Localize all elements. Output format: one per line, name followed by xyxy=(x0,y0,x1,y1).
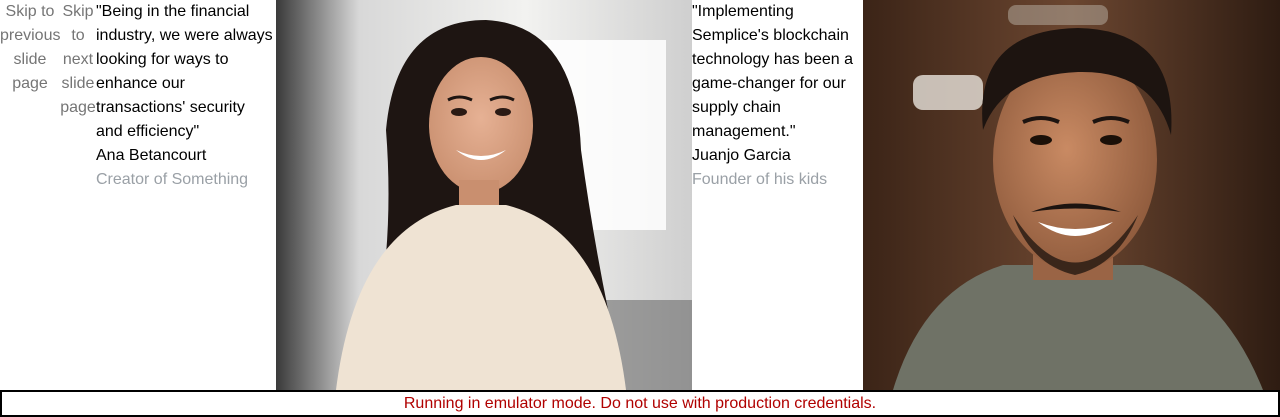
testimonial-author: Ana Betancourt xyxy=(96,147,207,164)
testimonial-1-photo xyxy=(276,0,692,390)
testimonial-1: "Being in the financial industry, we wer… xyxy=(96,0,276,192)
testimonial-quote: "Implementing Semplice's blockchain tech… xyxy=(692,3,854,140)
testimonial-2-photo xyxy=(863,0,1280,390)
testimonial-quote: "Being in the financial industry, we wer… xyxy=(96,3,273,140)
emulator-warning-banner: Running in emulator mode. Do not use wit… xyxy=(0,390,1280,417)
skip-next-slide-link[interactable]: Skip to next slide page xyxy=(60,0,96,120)
testimonial-author: Juanjo Garcia xyxy=(692,147,791,164)
skip-previous-slide-link[interactable]: Skip to previous slide page xyxy=(0,0,60,96)
testimonial-role: Founder of his kids xyxy=(692,171,828,188)
testimonial-2: "Implementing Semplice's blockchain tech… xyxy=(692,0,862,192)
testimonial-role: Creator of Something xyxy=(96,171,249,188)
